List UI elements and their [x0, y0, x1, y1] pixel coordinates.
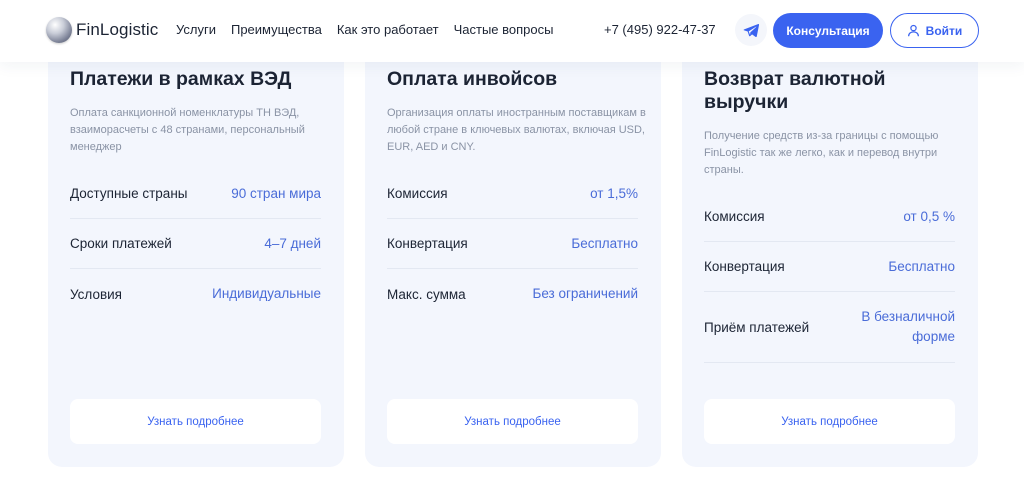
card-row: Доступные страны 90 стран мира: [70, 169, 321, 219]
row-value: 4–7 дней: [264, 235, 321, 251]
row-value: Без ограничений: [532, 286, 638, 301]
service-card-ved: Платежи в рамках ВЭД Оплата санкционной …: [48, 40, 344, 467]
card-title: Оплата инвойсов: [387, 68, 558, 90]
card-title: Возврат валютной выручки: [704, 68, 886, 113]
row-value: от 0,5 %: [903, 208, 955, 224]
telegram-icon: [743, 23, 759, 37]
card-row: Конвертация Бесплатно: [387, 219, 638, 269]
site-header: FinLogistic Услуги Преимущества Как это …: [0, 0, 1024, 62]
row-label: Конвертация: [704, 259, 785, 274]
card-row: Комиссия от 1,5%: [387, 169, 638, 219]
phone-link[interactable]: +7 (495) 922-47-37: [604, 22, 716, 37]
row-value: от 1,5%: [590, 185, 638, 201]
card-row: Макс. сумма Без ограничений: [387, 269, 638, 319]
learn-more-button[interactable]: Узнать подробнее: [70, 399, 321, 444]
brand-logo[interactable]: FinLogistic: [46, 17, 158, 43]
main-nav: Услуги Преимущества Как это работает Час…: [176, 22, 568, 37]
brand-name: FinLogistic: [76, 20, 159, 39]
nav-item-faq[interactable]: Частые вопросы: [454, 22, 554, 37]
row-label: Комиссия: [704, 209, 765, 224]
nav-item-how-it-works[interactable]: Как это работает: [337, 22, 439, 37]
nav-item-services[interactable]: Услуги: [176, 22, 216, 37]
row-label: Комиссия: [387, 186, 448, 201]
row-value: В безналичной форме: [861, 309, 955, 344]
card-row: Сроки платежей 4–7 дней: [70, 219, 321, 269]
row-label: Приём платежей: [704, 319, 810, 335]
logo-icon: [46, 17, 72, 43]
card-title: Платежи в рамках ВЭД: [70, 68, 292, 90]
learn-more-button[interactable]: Узнать подробнее: [704, 399, 955, 444]
card-row: Условия Индивидуальные: [70, 269, 321, 319]
service-card-invoices: Оплата инвойсов Организация оплаты иност…: [365, 40, 661, 467]
row-label: Макс. сумма: [387, 286, 466, 302]
row-value: Бесплатно: [571, 235, 638, 251]
card-row: Конвертация Бесплатно: [704, 242, 955, 292]
learn-more-button[interactable]: Узнать подробнее: [387, 399, 638, 444]
row-value: 90 стран мира: [231, 185, 321, 201]
service-card-currency-return: Возврат валютной выручки Получение средс…: [682, 40, 978, 467]
card-description: Оплата санкционной номенклатуры ТН ВЭД, …: [70, 107, 305, 153]
login-label: Войти: [925, 23, 963, 38]
row-label: Доступные страны: [70, 186, 188, 201]
card-row: Комиссия от 0,5 %: [704, 192, 955, 242]
row-value: Бесплатно: [888, 258, 955, 274]
login-button[interactable]: Войти: [890, 13, 979, 48]
nav-item-advantages[interactable]: Преимущества: [231, 22, 322, 37]
card-description: Организация оплаты иностранным поставщик…: [387, 107, 646, 153]
telegram-button[interactable]: [735, 14, 767, 46]
card-description: Получение средств из-за границы с помощь…: [704, 130, 939, 176]
row-value: Индивидуальные: [212, 286, 321, 301]
consultation-button[interactable]: Консультация: [773, 13, 883, 48]
card-row: Приём платежей В безналичной форме: [704, 292, 955, 363]
row-label: Конвертация: [387, 236, 468, 251]
row-label: Сроки платежей: [70, 236, 172, 251]
user-icon: [907, 24, 919, 37]
row-label: Условия: [70, 286, 122, 302]
